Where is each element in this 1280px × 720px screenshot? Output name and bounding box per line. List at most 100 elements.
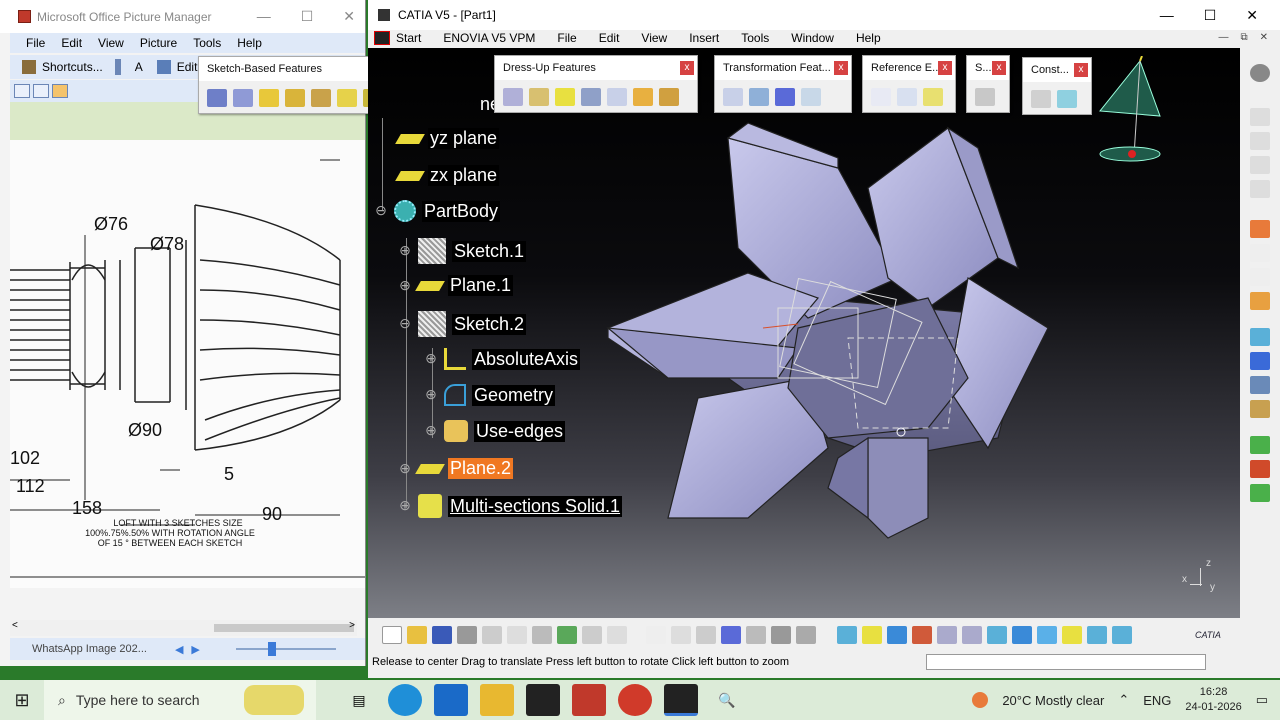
abc-text-icon[interactable] bbox=[1250, 244, 1270, 262]
cut-icon[interactable] bbox=[482, 626, 502, 644]
plane-tool-icon[interactable] bbox=[923, 88, 943, 106]
exit-workbench-icon[interactable] bbox=[1250, 132, 1270, 150]
shell-icon[interactable] bbox=[581, 88, 601, 106]
close-icon[interactable]: x bbox=[680, 61, 694, 75]
expand-icon[interactable]: ⊕ bbox=[424, 387, 438, 402]
sketcher-icon[interactable] bbox=[1250, 108, 1270, 126]
rib-icon[interactable] bbox=[337, 89, 357, 107]
expand-icon[interactable]: ⊕ bbox=[398, 461, 412, 476]
normal-view-icon[interactable] bbox=[987, 626, 1007, 644]
measure-item-icon[interactable] bbox=[1250, 376, 1270, 394]
pm-menu-help[interactable]: Help bbox=[237, 36, 262, 50]
tray-expand-icon[interactable]: ⌃ bbox=[1118, 692, 1129, 708]
paste-icon[interactable] bbox=[532, 626, 552, 644]
translation-icon[interactable] bbox=[723, 88, 743, 106]
scroll-right-icon[interactable]: > bbox=[349, 620, 355, 631]
sketch-tool-icon[interactable] bbox=[975, 88, 995, 106]
constraint-dialog-icon[interactable] bbox=[1057, 90, 1077, 108]
scroll-thumb[interactable] bbox=[214, 624, 354, 632]
menu-window[interactable]: Window bbox=[791, 31, 834, 45]
hp-app-icon[interactable] bbox=[526, 684, 560, 716]
close-icon[interactable]: ✕ bbox=[1246, 7, 1258, 24]
tree-node-sketch-1[interactable]: ⊕ Sketch.1 bbox=[398, 238, 527, 264]
task-view-icon[interactable]: ▤ bbox=[342, 684, 376, 716]
scaling-icon[interactable] bbox=[801, 88, 821, 106]
whats-this-icon[interactable] bbox=[607, 626, 627, 644]
close-icon[interactable]: x bbox=[834, 61, 848, 75]
expand-icon[interactable]: ⊕ bbox=[424, 351, 438, 366]
close-icon[interactable]: ✕ bbox=[343, 8, 355, 25]
menu-start[interactable]: Start bbox=[374, 31, 421, 45]
picture-manager-taskbar-icon[interactable] bbox=[572, 684, 606, 716]
collapse-icon[interactable]: ⊖ bbox=[374, 203, 388, 218]
thread-icon[interactable] bbox=[633, 88, 653, 106]
expand-icon[interactable]: ⊕ bbox=[398, 243, 412, 258]
menu-tools[interactable]: Tools bbox=[741, 31, 769, 45]
magnifier-icon[interactable]: 🔍 bbox=[710, 684, 744, 716]
annotation-icon[interactable] bbox=[1250, 268, 1270, 286]
menu-enovia[interactable]: ENOVIA V5 VPM bbox=[443, 31, 535, 45]
thickness-icon[interactable] bbox=[607, 88, 627, 106]
hide-icon[interactable] bbox=[1087, 626, 1107, 644]
new-icon[interactable] bbox=[382, 626, 402, 644]
zoom-out-icon[interactable] bbox=[962, 626, 982, 644]
chamfer-icon[interactable] bbox=[529, 88, 549, 106]
scroll-icon[interactable] bbox=[114, 59, 121, 75]
open-icon[interactable] bbox=[407, 626, 427, 644]
pm-horizontal-scrollbar[interactable]: < > bbox=[10, 620, 357, 636]
font-icon[interactable]: A bbox=[135, 60, 143, 74]
catia-taskbar-icon[interactable] bbox=[664, 684, 698, 716]
macro-icon[interactable] bbox=[771, 626, 791, 644]
chrome-icon[interactable] bbox=[618, 684, 652, 716]
close-icon[interactable]: x bbox=[992, 61, 1006, 75]
thumbnail-view-icon[interactable] bbox=[14, 84, 30, 98]
mdi-minimize-icon[interactable]: — bbox=[1218, 32, 1228, 43]
edge-fillet-icon[interactable] bbox=[503, 88, 523, 106]
hole-icon[interactable] bbox=[311, 89, 331, 107]
tree-node-multi-sections-solid[interactable]: ⊕ Multi-sections Solid.1 bbox=[398, 494, 623, 518]
measure-between-icon[interactable] bbox=[1250, 352, 1270, 370]
power-input-field[interactable] bbox=[926, 654, 1206, 670]
zoom-slider-knob[interactable] bbox=[268, 642, 276, 656]
language-indicator[interactable]: ENG bbox=[1143, 693, 1171, 708]
catalog-icon[interactable] bbox=[746, 626, 766, 644]
tree-node-sketch-2[interactable]: ⊖ Sketch.2 bbox=[398, 311, 527, 337]
tools-icon[interactable] bbox=[696, 626, 716, 644]
table-icon[interactable] bbox=[721, 626, 741, 644]
pan-icon[interactable] bbox=[887, 626, 907, 644]
scroll-left-icon[interactable]: < bbox=[12, 620, 18, 631]
remove-face-icon[interactable] bbox=[659, 88, 679, 106]
tree-node-geometry[interactable]: ⊕ Geometry bbox=[424, 384, 556, 406]
tree-node-zx-plane[interactable]: zx plane bbox=[395, 165, 500, 186]
fly-mode-icon[interactable] bbox=[837, 626, 857, 644]
pocket-icon[interactable] bbox=[233, 89, 253, 107]
select-arrow-icon[interactable] bbox=[1250, 220, 1270, 238]
shortcuts-button[interactable]: Shortcuts... bbox=[42, 60, 103, 74]
menu-file[interactable]: File bbox=[557, 31, 576, 45]
tree-node-absoluteaxis[interactable]: ⊕ AbsoluteAxis bbox=[424, 348, 581, 370]
tree-node-use-edges[interactable]: ⊕ Use-edges bbox=[424, 420, 566, 442]
expand-icon[interactable]: ⊕ bbox=[424, 423, 438, 438]
fit-all-icon[interactable] bbox=[862, 626, 882, 644]
multi-view-icon[interactable] bbox=[1012, 626, 1032, 644]
menu-view[interactable]: View bbox=[641, 31, 667, 45]
save-icon[interactable] bbox=[432, 626, 452, 644]
expand-icon[interactable]: ⊕ bbox=[398, 278, 412, 293]
file-explorer-icon[interactable] bbox=[480, 684, 514, 716]
undo-icon[interactable] bbox=[557, 626, 577, 644]
close-icon[interactable]: x bbox=[1074, 63, 1088, 77]
tree-node-plane-2[interactable]: ⊕ Plane.2 bbox=[398, 458, 514, 479]
iso-view-icon[interactable] bbox=[1037, 626, 1057, 644]
single-view-icon[interactable] bbox=[52, 84, 68, 98]
pad-icon[interactable] bbox=[207, 89, 227, 107]
shaft-icon[interactable] bbox=[259, 89, 279, 107]
mass-icon[interactable] bbox=[1250, 400, 1270, 418]
formula-icon[interactable] bbox=[646, 626, 666, 644]
menu-insert[interactable]: Insert bbox=[689, 31, 719, 45]
mdi-close-icon[interactable]: ✕ bbox=[1260, 32, 1268, 43]
apply-material-icon[interactable] bbox=[1250, 328, 1270, 346]
analysis-icon[interactable] bbox=[1250, 460, 1270, 478]
pm-menu-picture[interactable]: Picture bbox=[140, 36, 177, 50]
print-icon[interactable] bbox=[457, 626, 477, 644]
zoom-in-icon[interactable] bbox=[937, 626, 957, 644]
